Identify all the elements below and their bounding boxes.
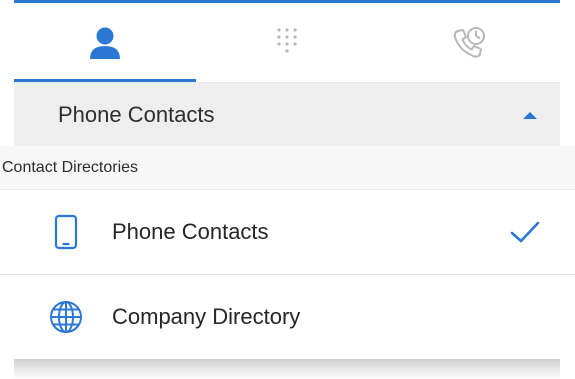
- dropdown-shadow: [14, 359, 560, 379]
- globe-icon: [46, 299, 86, 335]
- directory-selector[interactable]: Phone Contacts: [14, 83, 560, 146]
- list-item-phone-contacts[interactable]: Phone Contacts: [0, 190, 575, 274]
- list-item-label: Company Directory: [112, 304, 301, 329]
- call-history-icon: [449, 23, 489, 63]
- caret-up-icon: [500, 83, 560, 146]
- selected-directory-label: Phone Contacts: [58, 101, 215, 127]
- list-item-label: Phone Contacts: [112, 219, 269, 244]
- tab-contacts[interactable]: [14, 3, 196, 83]
- checkmark-icon: [495, 220, 555, 244]
- person-icon: [85, 23, 125, 63]
- list-item-company-directory[interactable]: Company Directory: [0, 274, 575, 359]
- tab-bar: [14, 3, 560, 83]
- tab-dialpad[interactable]: [196, 3, 378, 83]
- dialpad-icon: [275, 26, 299, 60]
- tab-call-history[interactable]: [378, 3, 560, 83]
- dropdown-section-header: Contact Directories: [0, 146, 575, 190]
- smartphone-icon: [46, 214, 86, 250]
- directory-dropdown: Contact Directories Phone Contacts Compa…: [0, 146, 575, 359]
